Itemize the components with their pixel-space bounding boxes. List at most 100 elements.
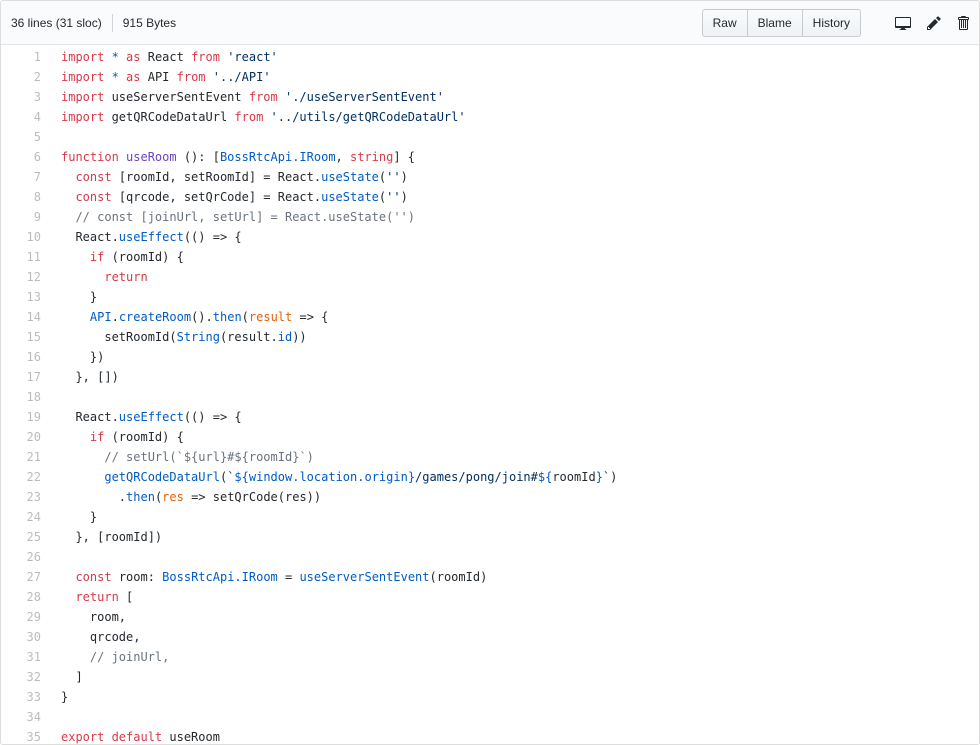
line-number[interactable]: 27 <box>1 567 51 587</box>
file-header: 36 lines (31 sloc) 915 Bytes Raw Blame His… <box>1 1 979 45</box>
line-number[interactable]: 1 <box>1 47 51 67</box>
line-content: React.useEffect(() => { <box>51 407 241 427</box>
line-number[interactable]: 32 <box>1 667 51 687</box>
code-token: (roomId) { <box>104 430 184 444</box>
pencil-icon <box>927 15 941 30</box>
code-token: } <box>61 510 98 524</box>
code-token: useEffect <box>118 230 184 244</box>
line-number[interactable]: 19 <box>1 407 51 427</box>
code-token: ) <box>400 170 408 184</box>
trash-icon <box>958 15 969 30</box>
line-number[interactable]: 9 <box>1 207 51 227</box>
line-number[interactable]: 14 <box>1 307 51 327</box>
device-desktop-icon <box>895 16 911 30</box>
file-info: 36 lines (31 sloc) 915 Bytes <box>11 13 176 32</box>
code-token: [qrcode, setQrCode] = React. <box>118 190 322 204</box>
line-number[interactable]: 12 <box>1 267 51 287</box>
line-number[interactable]: 13 <box>1 287 51 307</box>
line-number[interactable]: 25 <box>1 527 51 547</box>
line-number[interactable]: 4 <box>1 107 51 127</box>
code-token: '../API' <box>212 70 271 84</box>
line-number[interactable]: 15 <box>1 327 51 347</box>
line-number[interactable]: 5 <box>1 127 51 147</box>
code-token: import <box>61 90 112 104</box>
line-content: return <box>51 267 147 287</box>
code-line: 4 import getQRCodeDataUrl from '../utils/… <box>1 107 979 127</box>
code-token: BossRtcApi.IRoom <box>162 570 278 584</box>
code-token: API <box>89 310 112 324</box>
code-token: const <box>75 190 119 204</box>
code-token: }, []) <box>61 370 119 384</box>
code-line: 10 React.useEffect(() => { <box>1 227 979 247</box>
line-number[interactable]: 18 <box>1 387 51 407</box>
line-content: API.createRoom().then(result => { <box>51 307 328 327</box>
line-number[interactable]: 17 <box>1 367 51 387</box>
history-button[interactable]: History <box>801 8 861 37</box>
file-actions: Raw Blame History <box>701 8 969 37</box>
code-token: then <box>212 310 242 324</box>
line-number[interactable]: 8 <box>1 187 51 207</box>
line-number[interactable]: 31 <box>1 647 51 667</box>
line-content: // setUrl(`${url}#${roomId}`) <box>51 447 314 467</box>
code-token: useState <box>321 170 379 184</box>
code-line: 32 ] <box>1 667 979 687</box>
line-number[interactable]: 10 <box>1 227 51 247</box>
code-token: (() => { <box>183 230 242 244</box>
blame-button[interactable]: Blame <box>746 8 803 37</box>
delete-file-button[interactable] <box>957 15 969 31</box>
line-content <box>51 707 61 727</box>
line-content: }, []) <box>51 367 119 387</box>
code-line: 1 import * as React from 'react' <box>1 47 979 67</box>
line-number[interactable]: 7 <box>1 167 51 187</box>
code-token: room: <box>118 570 163 584</box>
line-content: const [roomId, setRoomId] = React.useSta… <box>51 167 408 187</box>
raw-button[interactable]: Raw <box>701 8 748 37</box>
line-content <box>51 387 61 407</box>
line-number[interactable]: 11 <box>1 247 51 267</box>
code-token: ( <box>241 310 249 324</box>
line-content: } <box>51 507 97 527</box>
code-token: String <box>176 330 220 344</box>
line-content: if (roomId) { <box>51 247 184 267</box>
line-number[interactable]: 22 <box>1 467 51 487</box>
code-token: } <box>61 690 69 704</box>
line-number[interactable]: 20 <box>1 427 51 447</box>
code-token: React <box>147 50 192 64</box>
code-token: id <box>277 330 293 344</box>
trash-icon-path <box>958 15 969 30</box>
code-line: 35 export default useRoom <box>1 727 979 744</box>
line-number[interactable]: 24 <box>1 507 51 527</box>
line-number[interactable]: 29 <box>1 607 51 627</box>
code-line: 5 <box>1 127 979 147</box>
code-token: ) <box>610 470 618 484</box>
line-number[interactable]: 16 <box>1 347 51 367</box>
edit-file-button[interactable] <box>927 15 941 31</box>
code-token: * <box>111 70 119 84</box>
code-token: (). <box>191 310 213 324</box>
line-number[interactable]: 6 <box>1 147 51 167</box>
code-token: roomId <box>552 470 596 484</box>
line-number[interactable]: 30 <box>1 627 51 647</box>
line-number[interactable]: 34 <box>1 707 51 727</box>
line-number[interactable]: 35 <box>1 727 51 744</box>
code-token: string <box>350 150 394 164</box>
line-number[interactable]: 33 <box>1 687 51 707</box>
device-desktop-icon-path <box>895 16 911 30</box>
line-number[interactable]: 28 <box>1 587 51 607</box>
code-token: useServerSentEvent <box>111 90 249 104</box>
code-token: from <box>248 90 285 104</box>
file-view: 36 lines (31 sloc) 915 Bytes Raw Blame His… <box>0 0 980 745</box>
line-number[interactable]: 2 <box>1 67 51 87</box>
code-token: export <box>61 730 112 744</box>
code-token: createRoom <box>118 310 192 324</box>
line-number[interactable]: 23 <box>1 487 51 507</box>
code-token: (): [ <box>183 150 220 164</box>
line-number[interactable]: 26 <box>1 547 51 567</box>
open-in-desktop-button[interactable] <box>895 15 911 31</box>
line-number[interactable]: 3 <box>1 87 51 107</box>
line-number[interactable]: 21 <box>1 447 51 467</box>
code-token: // setUrl(`${url}#${roomId}`) <box>61 450 314 464</box>
